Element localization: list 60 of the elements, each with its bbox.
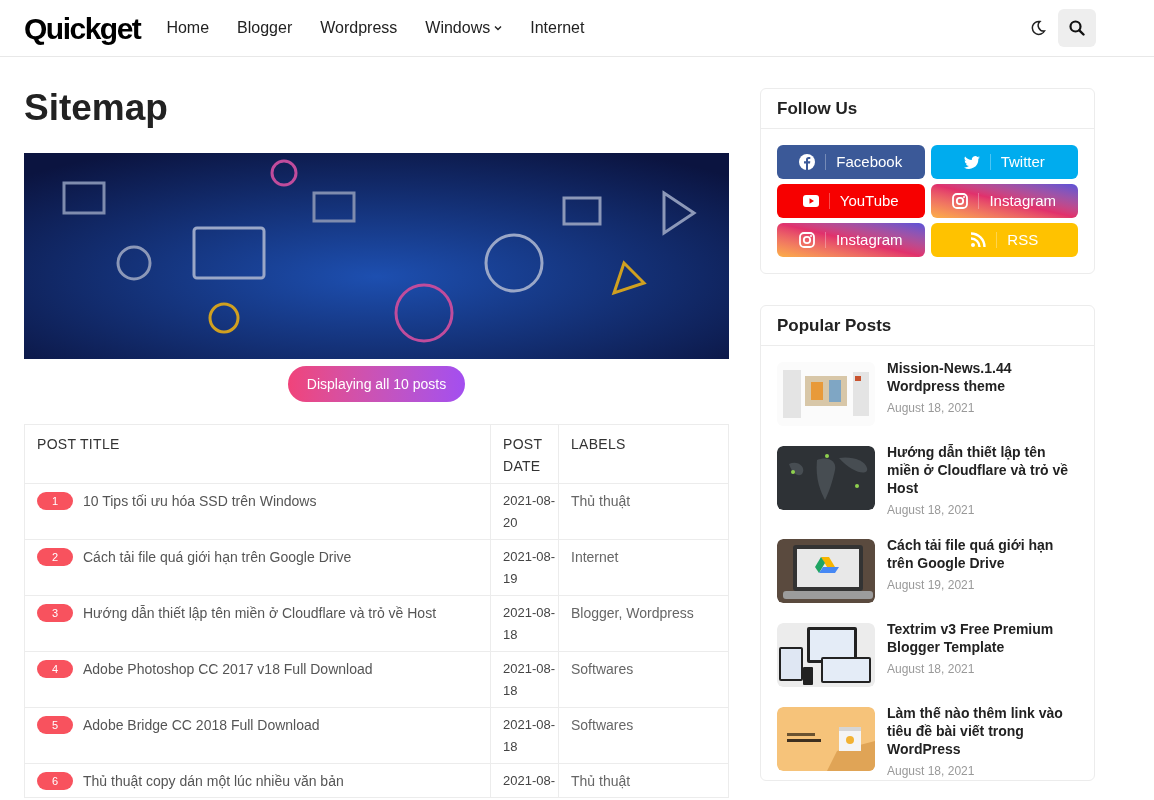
column-header: POST DATE <box>503 436 543 474</box>
table-cell: 2021-08-18 <box>503 717 556 754</box>
post-link[interactable]: Adobe Bridge CC 2018 Full Download <box>83 714 320 736</box>
social-button[interactable]: Facebook <box>777 145 925 179</box>
table-cell: 2021-08- <box>503 773 556 788</box>
nav-link[interactable]: Blogger <box>237 16 293 40</box>
post-title-link[interactable]: Hướng dẫn thiết lập tên miền ở Cloudflare và trỏ về Host <box>887 443 1078 497</box>
camera-icon <box>952 193 969 209</box>
post-count-button[interactable]: Displaying all 10 posts <box>287 366 466 402</box>
post-link[interactable]: Thủ thuật copy dán một lúc nhiều văn bản <box>83 770 344 792</box>
number-badge: 2 <box>37 548 73 566</box>
post-date: August 18, 2021 <box>887 763 976 780</box>
post-link[interactable]: 10 Tips tối ưu hóa SSD trên Windows <box>83 490 317 512</box>
column-header: POST TITLE <box>37 436 120 452</box>
post-link[interactable]: Adobe Photoshop CC 2017 v18 Full Download <box>83 658 373 680</box>
search-button[interactable] <box>1058 9 1096 47</box>
moon-icon[interactable] <box>1030 20 1046 36</box>
widget-title: Follow Us <box>777 97 858 120</box>
table-cell: 2021-08-18 <box>503 605 556 642</box>
page-title: Sitemap <box>24 86 169 130</box>
post-date: August 19, 2021 <box>887 577 976 594</box>
table-cell: Internet <box>571 549 619 565</box>
number-badge: 1 <box>37 492 73 510</box>
nav-link[interactable]: Internet <box>530 16 585 40</box>
widget-title: Popular Posts <box>777 314 892 337</box>
nav-link[interactable]: Home <box>166 16 210 40</box>
post-title-link[interactable]: Mission-News.1.44 Wordpress theme <box>887 359 1078 395</box>
table-cell: Softwares <box>571 717 634 733</box>
nav-link[interactable]: Windows <box>425 16 503 40</box>
site-logo[interactable]: Quickget <box>24 5 141 51</box>
post-date: August 18, 2021 <box>887 661 976 678</box>
facebook-icon <box>799 154 816 170</box>
table-cell: Thủ thuật <box>571 773 631 789</box>
social-button[interactable]: YouTube <box>777 184 925 218</box>
social-button[interactable]: Instagram <box>777 223 925 257</box>
post-date: August 18, 2021 <box>887 400 976 417</box>
table-cell: 2021-08-20 <box>503 493 556 530</box>
table-cell: 2021-08-19 <box>503 549 556 586</box>
post-title-link[interactable]: Làm thế nào thêm link vào tiêu đề bài viết trong WordPress <box>887 704 1078 758</box>
post-title-link[interactable]: Cách tải file quá giới hạn trên Google Drive <box>887 536 1078 572</box>
social-button[interactable]: Instagram <box>930 184 1078 218</box>
bird-icon <box>963 154 980 170</box>
search-icon <box>1069 20 1085 36</box>
number-badge: 3 <box>37 604 73 622</box>
post-date: August 18, 2021 <box>887 502 976 519</box>
number-badge: 6 <box>37 772 73 790</box>
number-badge: 5 <box>37 716 73 734</box>
nav-link[interactable]: Wordpress <box>320 16 398 40</box>
table-cell: Softwares <box>571 661 634 677</box>
table-cell: 2021-08-18 <box>503 661 556 698</box>
table-cell: Blogger, Wordpress <box>571 605 694 621</box>
post-title-link[interactable]: Textrim v3 Free Premium Blogger Template <box>887 620 1078 656</box>
column-header: LABELS <box>571 436 626 452</box>
play-icon <box>802 193 819 209</box>
post-link[interactable]: Cách tải file quá giới hạn trên Google Drive <box>83 546 352 568</box>
post-link[interactable]: Hướng dẫn thiết lập tên miền ở Cloudflare và trỏ về Host <box>83 602 437 624</box>
camera-icon <box>798 232 815 248</box>
table-cell: Thủ thuật <box>571 493 631 509</box>
rss-icon <box>970 232 987 248</box>
number-badge: 4 <box>37 660 73 678</box>
